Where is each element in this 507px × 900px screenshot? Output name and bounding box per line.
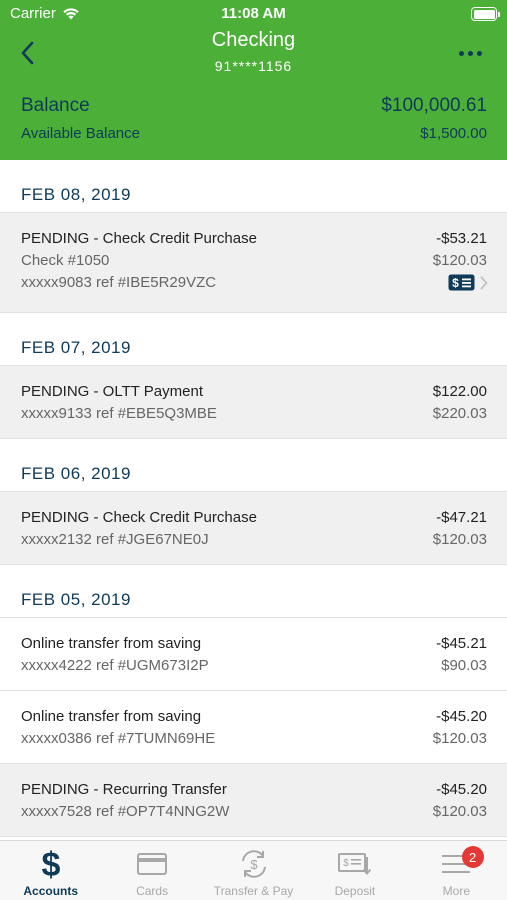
tab-label: Cards bbox=[136, 884, 169, 898]
transaction-row[interactable]: PENDING - Check Credit Purchase Check #1… bbox=[0, 213, 507, 313]
transaction-row[interactable]: Online transfer from saving xxxxx0386 re… bbox=[0, 691, 507, 764]
deposit-check-icon: $ bbox=[337, 853, 372, 876]
transaction-row[interactable]: PENDING - Recurring Transfer xxxxx7528 r… bbox=[0, 764, 507, 837]
available-balance-value: $1,500.00 bbox=[420, 125, 487, 142]
running-balance: $120.03 bbox=[432, 803, 487, 820]
transaction-ref: xxxxx7528 ref #OP7T4NNG2W bbox=[21, 803, 230, 820]
check-number: Check #1050 bbox=[21, 252, 110, 269]
transaction-amount: -$45.20 bbox=[436, 781, 487, 798]
running-balance: $220.03 bbox=[432, 405, 487, 422]
transaction-amount: -$53.21 bbox=[436, 230, 487, 247]
page-title: Checking bbox=[211, 29, 296, 51]
transaction-row[interactable]: PENDING - OLTT Payment xxxxx9133 ref #EB… bbox=[0, 366, 507, 439]
tab-more[interactable]: 2 More bbox=[406, 841, 507, 900]
status-time: 11:08 AM bbox=[221, 5, 286, 22]
transaction-description: PENDING - OLTT Payment bbox=[21, 383, 203, 400]
transaction-description: PENDING - Check Credit Purchase bbox=[21, 509, 257, 526]
account-number: 91****1156 bbox=[214, 58, 293, 74]
tab-transfer-pay[interactable]: $ Transfer & Pay bbox=[203, 841, 304, 900]
running-balance: $120.03 bbox=[432, 730, 487, 747]
transaction-list: FEB 08, 2019 PENDING - Check Credit Purc… bbox=[0, 160, 507, 840]
transaction-amount: -$45.20 bbox=[436, 708, 487, 725]
transaction-ref: xxxxx2132 ref #JGE67NE0J bbox=[21, 531, 209, 548]
balance-label: Balance bbox=[21, 95, 90, 116]
transaction-row[interactable]: PENDING - Check Credit Purchase xxxxx213… bbox=[0, 492, 507, 565]
notification-badge: 2 bbox=[461, 846, 484, 868]
transaction-description: Online transfer from saving bbox=[21, 708, 202, 725]
date-header: FEB 06, 2019 bbox=[0, 439, 507, 492]
svg-text:$: $ bbox=[452, 276, 459, 290]
transaction-description: PENDING - Check Credit Purchase bbox=[21, 230, 257, 247]
chevron-right-icon bbox=[480, 276, 488, 289]
svg-text:$: $ bbox=[250, 857, 258, 872]
available-balance-label: Available Balance bbox=[21, 125, 140, 142]
nav-bar: Checking 91****1156 bbox=[0, 28, 507, 84]
transaction-row[interactable]: Online transfer from saving xxxxx4222 re… bbox=[0, 618, 507, 691]
tab-cards[interactable]: Cards bbox=[101, 841, 202, 900]
ellipsis-icon bbox=[458, 50, 464, 56]
dollar-icon: $ bbox=[41, 848, 60, 880]
date-header: FEB 08, 2019 bbox=[0, 160, 507, 213]
running-balance: $120.03 bbox=[432, 531, 487, 548]
transaction-amount: -$45.21 bbox=[436, 635, 487, 652]
transaction-amount: $122.00 bbox=[432, 383, 487, 400]
running-balance: $120.03 bbox=[432, 252, 487, 269]
svg-text:$: $ bbox=[41, 848, 60, 880]
transaction-ref: xxxxx9083 ref #IBE5R29VZC bbox=[21, 274, 217, 291]
status-bar: Carrier 11:08 AM bbox=[0, 0, 507, 28]
transaction-description: PENDING - Recurring Transfer bbox=[21, 781, 227, 798]
transaction-amount: -$47.21 bbox=[436, 509, 487, 526]
card-icon bbox=[137, 853, 168, 875]
svg-text:$: $ bbox=[343, 858, 349, 869]
tab-deposit[interactable]: $ Deposit bbox=[304, 841, 405, 900]
transaction-ref: xxxxx9133 ref #EBE5Q3MBE bbox=[21, 405, 217, 422]
running-balance: $90.03 bbox=[441, 657, 487, 674]
tab-label: Deposit bbox=[334, 884, 376, 898]
battery-icon bbox=[471, 7, 500, 21]
transaction-ref: xxxxx0386 ref #7TUMN69HE bbox=[21, 730, 216, 747]
tab-label: Accounts bbox=[23, 884, 79, 898]
balance-value: $100,000.61 bbox=[381, 95, 487, 116]
transaction-description: Online transfer from saving bbox=[21, 635, 202, 652]
tab-label: Transfer & Pay bbox=[213, 884, 294, 898]
tab-bar: $ Accounts Cards $ Transfer & Pay $ Depo… bbox=[0, 840, 507, 900]
transaction-ref: xxxxx4222 ref #UGM673I2P bbox=[21, 657, 209, 674]
balance-panel: Balance $100,000.61 Available Balance $1… bbox=[0, 84, 507, 160]
tab-label: More bbox=[442, 884, 470, 898]
transfer-icon: $ bbox=[241, 850, 266, 878]
tab-accounts[interactable]: $ Accounts bbox=[0, 841, 101, 900]
date-header: FEB 07, 2019 bbox=[0, 313, 507, 366]
check-image-icon[interactable]: $ bbox=[448, 274, 475, 291]
date-header: FEB 05, 2019 bbox=[0, 565, 507, 618]
more-options-button[interactable] bbox=[453, 42, 487, 64]
